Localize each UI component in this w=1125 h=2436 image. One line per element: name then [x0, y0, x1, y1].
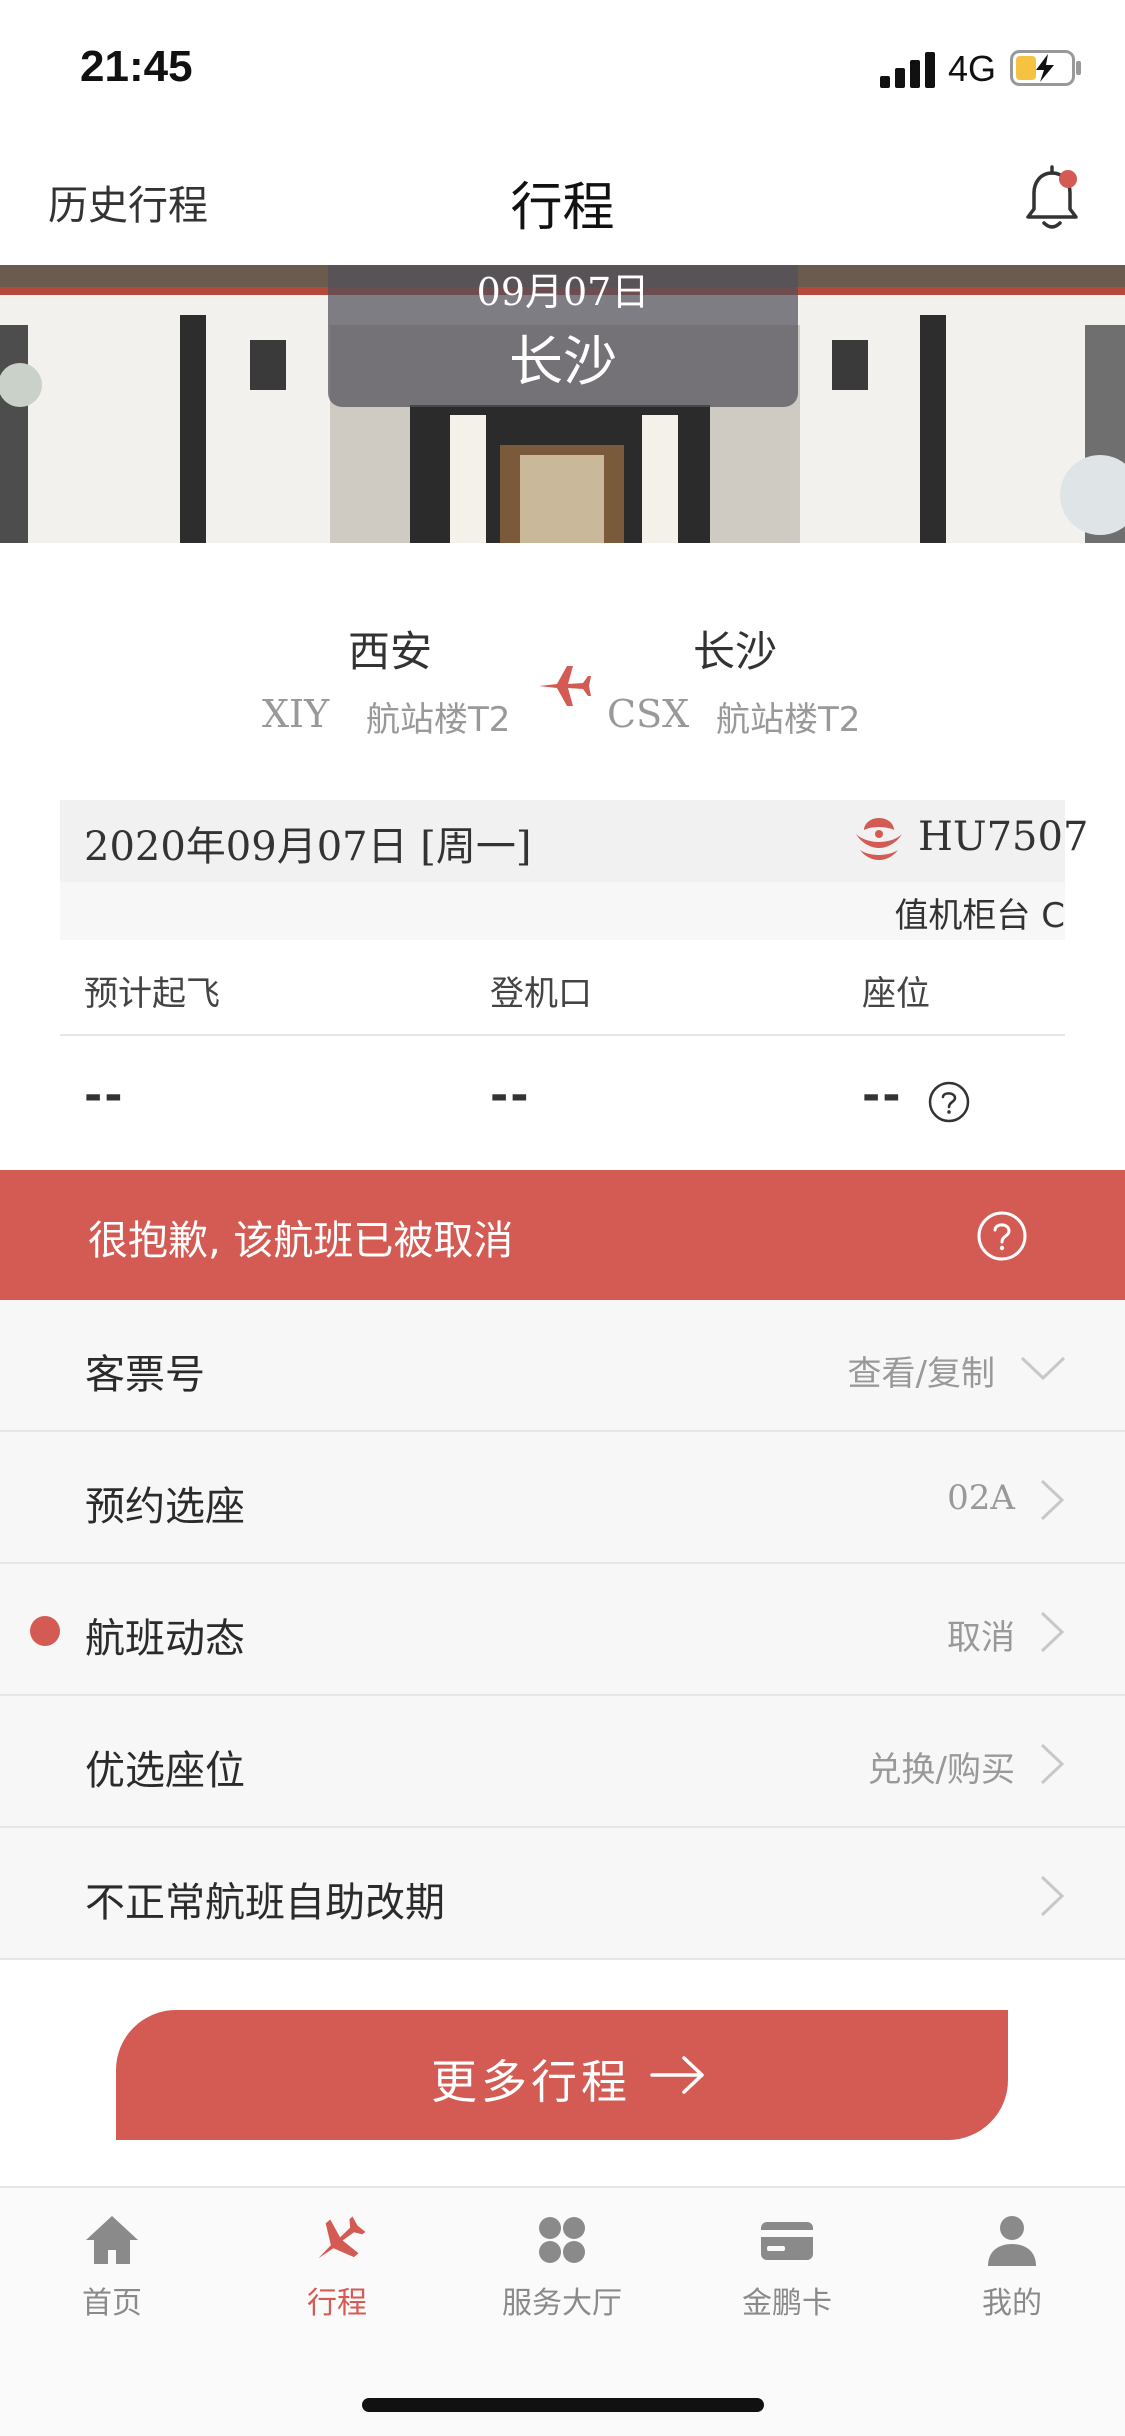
more-trips-label: 更多行程 — [431, 2055, 631, 2109]
tab-service-hall[interactable]: 服务大厅 — [482, 2210, 642, 2321]
list-item-flight-status[interactable]: 航班动态 取消 — [0, 1564, 1125, 1696]
cancellation-banner: 很抱歉, 该航班已被取消 — [0, 1170, 1125, 1300]
tab-golden-roc-card[interactable]: 金鹏卡 — [707, 2210, 867, 2321]
tab-label: 我的 — [982, 2286, 1042, 2321]
home-icon — [86, 2216, 138, 2264]
row-label: 不正常航班自助改期 — [85, 1880, 445, 1926]
more-trips-button[interactable]: 更多行程 — [116, 2010, 1008, 2140]
col-gate: 登机口 — [490, 974, 592, 1014]
signal-icon — [880, 52, 935, 88]
tab-label: 金鹏卡 — [742, 2286, 832, 2321]
tab-label: 首页 — [82, 2286, 142, 2321]
route-summary: 西安 长沙 XIY 航站楼T2 CSX 航站楼T2 — [0, 600, 1125, 760]
bell-icon[interactable] — [1020, 165, 1084, 235]
list-item-preferred-seat[interactable]: 优选座位 兑换/购买 — [0, 1696, 1125, 1828]
hero-destination-card: 09月07日 长沙 — [328, 265, 798, 407]
gate-value: -- — [490, 1070, 531, 1121]
hero-date: 09月07日 — [476, 270, 650, 314]
user-icon — [988, 2216, 1036, 2266]
home-indicator[interactable] — [362, 2398, 764, 2412]
chevron-down-icon — [1020, 1356, 1066, 1381]
card-icon — [761, 2222, 813, 2260]
arrival-terminal: 航站楼T2 — [716, 700, 861, 740]
arrival-code: CSX — [607, 692, 690, 736]
row-label: 航班动态 — [85, 1616, 245, 1662]
tab-label: 行程 — [307, 2286, 367, 2321]
app-screen: 21:45 4G 历史行程 行程 09月07日 长沙 西安 长沙 XIY 航站楼… — [0, 0, 1125, 2436]
flight-info-columns: 预计起飞 登机口 座位 — [60, 940, 1065, 1036]
departure-city: 西安 — [347, 627, 432, 676]
status-time: 21:45 — [80, 42, 193, 91]
help-circle-icon[interactable] — [927, 1080, 971, 1124]
chevron-right-icon — [1040, 1479, 1065, 1521]
chevron-right-icon — [1040, 1743, 1065, 1785]
tab-trips[interactable]: 行程 — [257, 2210, 417, 2321]
list-item-seat-reservation[interactable]: 预约选座 02A — [0, 1432, 1125, 1564]
row-value: 02A — [947, 1478, 1015, 1518]
row-value: 取消 — [947, 1618, 1015, 1658]
arrow-right-icon — [650, 2056, 704, 2094]
flight-date: 2020年09月07日 [周一] — [84, 824, 532, 870]
seat-value: -- — [862, 1070, 903, 1121]
airplane-icon — [318, 2216, 366, 2259]
row-label: 预约选座 — [85, 1484, 245, 1530]
status-dot — [30, 1616, 60, 1646]
checkin-counter-bar: 值机柜台 C — [60, 882, 1065, 940]
hero-city: 长沙 — [509, 330, 617, 393]
departure-code: XIY — [262, 692, 330, 736]
airplane-icon — [539, 666, 591, 706]
col-seat: 座位 — [862, 974, 930, 1014]
chevron-right-icon — [1040, 1875, 1065, 1917]
flight-info-values: -- -- -- — [60, 1036, 1065, 1170]
list-item-irregular-rebooking[interactable]: 不正常航班自助改期 — [0, 1828, 1125, 1960]
departure-time-value: -- — [84, 1070, 125, 1121]
col-departure-time: 预计起飞 — [84, 974, 220, 1014]
nav-bar: 历史行程 行程 — [0, 135, 1125, 265]
arrival-city: 长沙 — [692, 627, 777, 676]
checkin-counter: 值机柜台 C — [894, 896, 1065, 936]
status-bar: 21:45 4G — [0, 0, 1125, 135]
list-item-ticket-number[interactable]: 客票号 查看/复制 — [0, 1300, 1125, 1432]
row-label: 客票号 — [85, 1352, 205, 1398]
battery-charging-icon — [1010, 50, 1081, 86]
flight-info-header: 2020年09月07日 [周一] HU7507 — [60, 800, 1088, 882]
cancellation-text: 很抱歉, 该航班已被取消 — [88, 1218, 514, 1264]
page-title: 行程 — [510, 178, 615, 238]
flight-number: HU7507 — [918, 814, 1089, 860]
chevron-right-icon — [1040, 1611, 1065, 1653]
trip-options-list: 客票号 查看/复制 预约选座 02A 航班动态 取消 优选座位 兑换/购买 不正… — [0, 1300, 1125, 1960]
departure-terminal: 航站楼T2 — [366, 700, 511, 740]
grid-dots-icon — [539, 2217, 585, 2263]
hainan-airlines-logo-icon — [856, 818, 902, 860]
tab-home[interactable]: 首页 — [32, 2210, 192, 2321]
row-value: 兑换/购买 — [867, 1750, 1015, 1790]
tab-profile[interactable]: 我的 — [932, 2210, 1092, 2321]
row-label: 优选座位 — [85, 1748, 245, 1794]
tab-label: 服务大厅 — [502, 2286, 622, 2321]
network-label: 4G — [948, 48, 997, 89]
help-circle-icon[interactable] — [976, 1210, 1028, 1262]
row-value: 查看/复制 — [847, 1354, 995, 1394]
